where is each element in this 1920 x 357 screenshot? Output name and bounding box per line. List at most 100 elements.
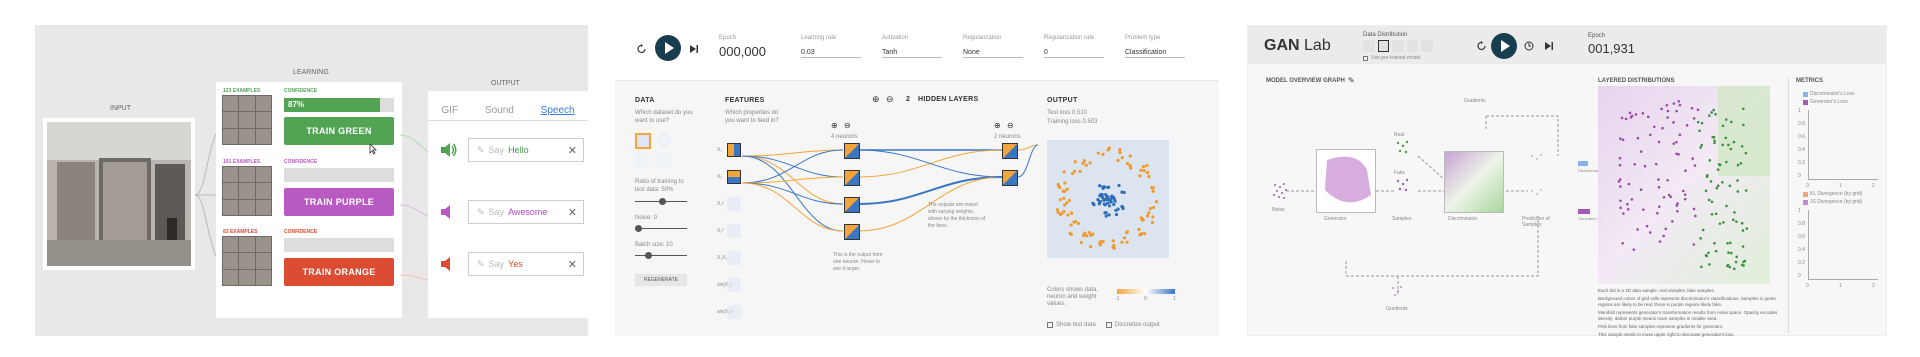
pencil-icon: ✎ (477, 258, 485, 269)
feature-input-2[interactable] (727, 197, 741, 211)
layer1-add-neuron[interactable]: ⊕ (831, 121, 838, 130)
train-green-button[interactable]: TRAIN GREEN (284, 117, 394, 145)
neuron-l1-3[interactable] (844, 197, 860, 213)
clear-icon[interactable]: ✕ (568, 144, 577, 157)
ganlab-play-button[interactable] (1491, 33, 1517, 59)
input-label: INPUT (110, 105, 131, 112)
clear-icon[interactable]: ✕ (568, 206, 577, 219)
fake-sample-dot (1677, 99, 1681, 103)
train-purple-button[interactable]: TRAIN PURPLE (284, 188, 394, 216)
slow-motion-icon[interactable] (1524, 41, 1534, 51)
edit-icon[interactable]: ✎ (1348, 76, 1355, 85)
data-point (1137, 227, 1141, 232)
problem-type-select[interactable]: Classification (1125, 49, 1185, 58)
speaker-orange-icon[interactable] (438, 254, 458, 274)
speaker-purple-icon[interactable] (438, 202, 458, 222)
say-hello-field[interactable]: ✎ Say Hello ✕ (468, 138, 584, 162)
feature-input-0[interactable] (727, 143, 741, 157)
regenerate-button[interactable]: REGENERATE (635, 274, 687, 286)
distribution-option[interactable] (1392, 40, 1404, 52)
step-icon[interactable] (689, 44, 699, 54)
fake-sample-dot (1664, 227, 1668, 231)
neuron-l2-1[interactable] (1002, 143, 1018, 159)
real-sample-dot (1741, 245, 1745, 248)
dataset-spiral-option[interactable] (657, 153, 671, 167)
generator-node[interactable] (1316, 149, 1376, 213)
layer2-remove-neuron[interactable]: ⊖ (1007, 121, 1014, 130)
feature-input-5[interactable] (727, 278, 741, 292)
tab-speech[interactable]: Speech (541, 105, 575, 120)
batch-slider[interactable] (635, 252, 687, 259)
distribution-option[interactable] (1406, 40, 1419, 52)
layer1-remove-neuron[interactable]: ⊖ (844, 121, 851, 130)
real-sample-dot (1727, 143, 1730, 147)
tab-gif[interactable]: GIF (441, 105, 458, 120)
play-button[interactable] (655, 35, 681, 61)
feature-input-3[interactable] (727, 224, 741, 238)
real-sample-dot (1728, 184, 1732, 188)
noise-node-icon[interactable] (1272, 181, 1288, 201)
pretrained-checkbox[interactable] (1363, 56, 1368, 61)
dataset-gauss-option[interactable] (635, 153, 649, 167)
train-orange-button[interactable]: TRAIN ORANGE (284, 258, 394, 286)
regularization-select[interactable]: None (963, 49, 1023, 58)
data-question: Which dataset do you want to use? (635, 110, 693, 124)
distribution-option-selected[interactable] (1377, 40, 1390, 52)
pencil-icon: ✎ (477, 144, 485, 155)
dataset-circle-option[interactable] (635, 133, 651, 149)
data-point (1062, 209, 1066, 214)
say-prefix: Say (488, 259, 505, 269)
dataset-xor-option[interactable] (657, 133, 671, 147)
data-point (1096, 151, 1100, 155)
distribution-option[interactable] (1363, 40, 1375, 52)
neuron-l1-2[interactable] (844, 170, 860, 186)
add-layer-button[interactable]: ⊕ (872, 94, 880, 105)
tab-sound[interactable]: Sound (485, 105, 514, 120)
real-sample-dot (1699, 146, 1702, 149)
layer2-add-neuron[interactable]: ⊕ (994, 121, 1001, 130)
neuron-l1-4[interactable] (844, 224, 860, 240)
real-sample-dot (1742, 264, 1745, 267)
fake-samples-icon[interactable] (1394, 176, 1412, 194)
show-test-checkbox[interactable] (1047, 322, 1053, 328)
neuron-l2-2[interactable] (1002, 170, 1018, 186)
real-sample-dot (1707, 251, 1710, 255)
discriminator-node[interactable] (1444, 151, 1504, 213)
clear-icon[interactable]: ✕ (568, 258, 577, 271)
fake-sample-dot (1628, 111, 1632, 115)
reset-icon[interactable] (637, 44, 647, 54)
discretize-checkbox[interactable] (1106, 322, 1112, 328)
data-point (1116, 158, 1120, 162)
reset-icon[interactable] (1477, 41, 1487, 51)
say-awesome-field[interactable]: ✎ Say Awesome ✕ (468, 200, 584, 224)
data-point (1145, 214, 1150, 218)
distribution-option[interactable] (1421, 40, 1434, 52)
activation-select[interactable]: Tanh (882, 49, 942, 58)
feature-input-4[interactable] (727, 251, 741, 265)
noise-slider[interactable] (635, 225, 687, 232)
fake-sample-dot (1661, 126, 1664, 130)
neuron-l1-1[interactable] (844, 143, 860, 159)
feature-input-6[interactable] (727, 305, 741, 319)
say-yes-field[interactable]: ✎ Say Yes ✕ (468, 252, 584, 276)
remove-layer-button[interactable]: ⊖ (886, 94, 894, 105)
feature-label: X₂² (717, 228, 724, 234)
layered-title: LAYERED DISTRIBUTIONS (1598, 78, 1675, 84)
data-point (1122, 236, 1127, 240)
real-sample-dot (1741, 107, 1745, 111)
feature-input-1[interactable] (727, 170, 741, 184)
fake-sample-dot (1639, 188, 1643, 192)
fake-sample-dot (1619, 206, 1622, 210)
data-point (1078, 169, 1082, 174)
data-point (1103, 203, 1107, 207)
real-sample-dot (1701, 228, 1705, 232)
regularization-rate-select[interactable]: 0 (1044, 49, 1104, 58)
cursor-icon (369, 143, 377, 155)
ratio-slider[interactable] (635, 198, 687, 205)
generator-manifold (1325, 156, 1371, 203)
real-samples-icon[interactable] (1394, 138, 1412, 156)
learning-rate-select[interactable]: 0.03 (801, 49, 861, 58)
step-icon[interactable] (1544, 41, 1554, 51)
ganlab-panel: GAN Lab Data Distribution Use pre-traine… (1247, 25, 1887, 337)
speaker-green-icon[interactable] (438, 140, 458, 160)
